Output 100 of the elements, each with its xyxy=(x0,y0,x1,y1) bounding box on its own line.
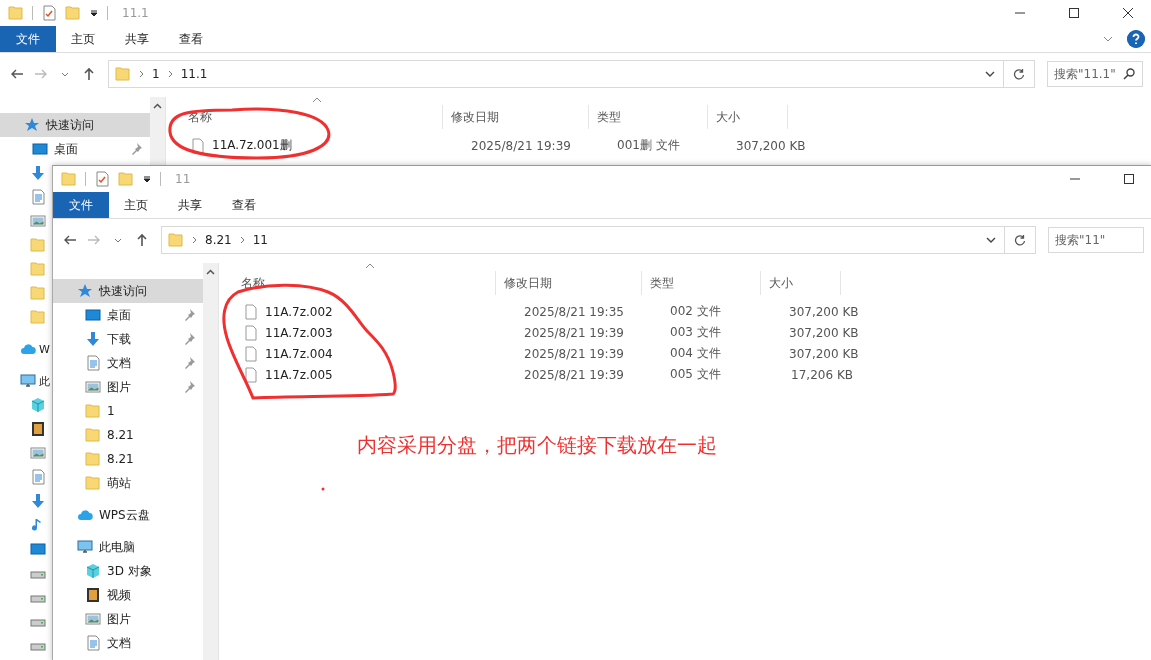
refresh-button[interactable] xyxy=(1005,226,1036,254)
date-cell-text: 2025/8/21 19:39 xyxy=(523,367,625,382)
search-field[interactable]: 搜索"11" xyxy=(1048,227,1144,253)
ribbon-tab[interactable]: 主页 xyxy=(56,26,110,52)
column-header[interactable]: 修改日期 xyxy=(496,271,642,295)
file-icon xyxy=(243,366,259,383)
chevron-right-icon[interactable] xyxy=(192,236,197,244)
nav-item[interactable]: 此电脑 xyxy=(53,535,203,559)
breadcrumb[interactable]: 11 xyxy=(252,233,268,247)
search-field[interactable]: 搜索"11.1" xyxy=(1047,61,1143,87)
column-header[interactable]: 修改日期 xyxy=(443,105,589,129)
column-header[interactable]: 名称 xyxy=(170,105,443,129)
file-name: 11A.7z.003 xyxy=(265,325,333,340)
nav-item[interactable]: 8.21 xyxy=(53,447,203,471)
folder-icon xyxy=(85,451,101,467)
chevron-right-icon[interactable] xyxy=(167,70,173,78)
size-cell-text: 17,206 KB xyxy=(790,367,854,382)
folder-icon xyxy=(8,5,24,21)
nav-item[interactable]: 图片 xyxy=(53,375,203,399)
nav-item[interactable]: 视频 xyxy=(53,583,203,607)
ribbon-tab[interactable]: 文件 xyxy=(0,26,56,52)
desktop-icon xyxy=(30,541,46,557)
nav-item[interactable]: 桌面 xyxy=(53,303,203,327)
breadcrumb[interactable]: 11.1 xyxy=(180,67,208,81)
window-title: 11.1 xyxy=(122,6,149,20)
new-folder-icon xyxy=(65,5,81,21)
size-cell-text: 307,200 KB xyxy=(788,346,860,361)
nav-item[interactable]: 快速访问 xyxy=(0,113,150,137)
documents-icon xyxy=(85,355,101,371)
expand-ribbon-icon[interactable] xyxy=(1103,34,1113,44)
up-arrow-icon xyxy=(135,233,149,247)
nav-item[interactable]: 3D 对象 xyxy=(53,559,203,583)
maximize-icon xyxy=(1069,8,1079,18)
nav-item[interactable]: 1 xyxy=(53,399,203,423)
folder-icon xyxy=(30,309,46,325)
folder-icon xyxy=(168,232,184,248)
breadcrumb[interactable]: 8.21 xyxy=(205,233,232,247)
scroll-up-icon[interactable] xyxy=(153,103,162,109)
cloud-icon xyxy=(77,507,93,523)
column-header[interactable]: 类型 xyxy=(642,271,761,295)
breadcrumb[interactable]: 1 xyxy=(152,67,160,81)
nav-item[interactable]: 文档 xyxy=(53,351,203,375)
type-cell-text: 005 文件 xyxy=(669,366,722,383)
nav-item[interactable]: 快速访问 xyxy=(53,279,203,303)
date-cell-text: 2025/8/21 19:35 xyxy=(523,304,625,319)
ribbon-tab[interactable]: 文件 xyxy=(53,192,109,218)
nav-item[interactable]: 图片 xyxy=(53,607,203,631)
dropdown-icon[interactable] xyxy=(142,174,152,184)
close-icon xyxy=(1123,8,1133,18)
nav-item[interactable]: WPS云盘 xyxy=(53,503,203,527)
column-header[interactable]: 大小 xyxy=(708,105,788,129)
nav-item[interactable]: 此 xyxy=(0,369,51,393)
video-icon xyxy=(85,587,101,603)
folder-icon xyxy=(30,237,46,253)
folder-icon xyxy=(85,403,101,419)
documents-icon xyxy=(30,189,46,205)
file-name: 11A.7z.005 xyxy=(265,367,333,382)
nav-item[interactable]: 下载 xyxy=(53,327,203,351)
nav-item[interactable]: 文档 xyxy=(53,631,203,655)
nav-item[interactable]: 8.21 xyxy=(53,423,203,447)
pictures-icon xyxy=(85,379,101,395)
cube-icon xyxy=(30,397,46,413)
chevron-right-icon[interactable] xyxy=(239,236,245,244)
refresh-button[interactable] xyxy=(1004,60,1035,88)
back-arrow-icon xyxy=(63,233,77,247)
type-cell-text: 002 文件 xyxy=(669,303,722,320)
type-cell-text: 004 文件 xyxy=(669,345,722,362)
folder-icon xyxy=(85,475,101,491)
address-bar[interactable]: 8.21 11 xyxy=(161,226,1005,254)
forward-arrow-icon xyxy=(34,67,48,81)
ribbon-tab[interactable]: 共享 xyxy=(110,26,164,52)
chevron-right-icon[interactable] xyxy=(139,70,144,78)
scroll-up-icon[interactable] xyxy=(206,269,215,275)
nav-item[interactable]: W xyxy=(0,337,51,361)
folder-icon xyxy=(61,171,77,187)
ribbon-tab[interactable]: 查看 xyxy=(217,192,271,218)
dropdown-icon[interactable] xyxy=(985,69,995,79)
size-cell-text: 307,200 KB xyxy=(735,138,807,153)
pictures-icon xyxy=(85,611,101,627)
documents-icon xyxy=(30,469,46,485)
ribbon-tab[interactable]: 查看 xyxy=(164,26,218,52)
nav-item[interactable]: 萌站 xyxy=(53,471,203,495)
cloud-icon xyxy=(20,341,36,357)
dropdown-icon[interactable] xyxy=(89,8,99,18)
date-cell-text: 2025/8/21 19:39 xyxy=(523,325,625,340)
download-icon xyxy=(30,493,46,509)
search-icon[interactable] xyxy=(1123,68,1135,80)
ribbon-tab[interactable]: 主页 xyxy=(109,192,163,218)
date-cell-text: 2025/8/21 19:39 xyxy=(523,346,625,361)
window-title: 11 xyxy=(175,172,191,186)
download-icon xyxy=(85,331,101,347)
help-icon[interactable] xyxy=(1127,30,1145,48)
column-header[interactable]: 大小 xyxy=(761,271,841,295)
nav-item[interactable]: 桌面 xyxy=(0,137,150,161)
ribbon-tab[interactable]: 共享 xyxy=(163,192,217,218)
address-bar[interactable]: 1 11.1 xyxy=(108,60,1004,88)
dropdown-icon[interactable] xyxy=(986,235,996,245)
column-header[interactable]: 类型 xyxy=(589,105,708,129)
file-icon xyxy=(190,137,206,154)
file-icon xyxy=(243,324,259,341)
